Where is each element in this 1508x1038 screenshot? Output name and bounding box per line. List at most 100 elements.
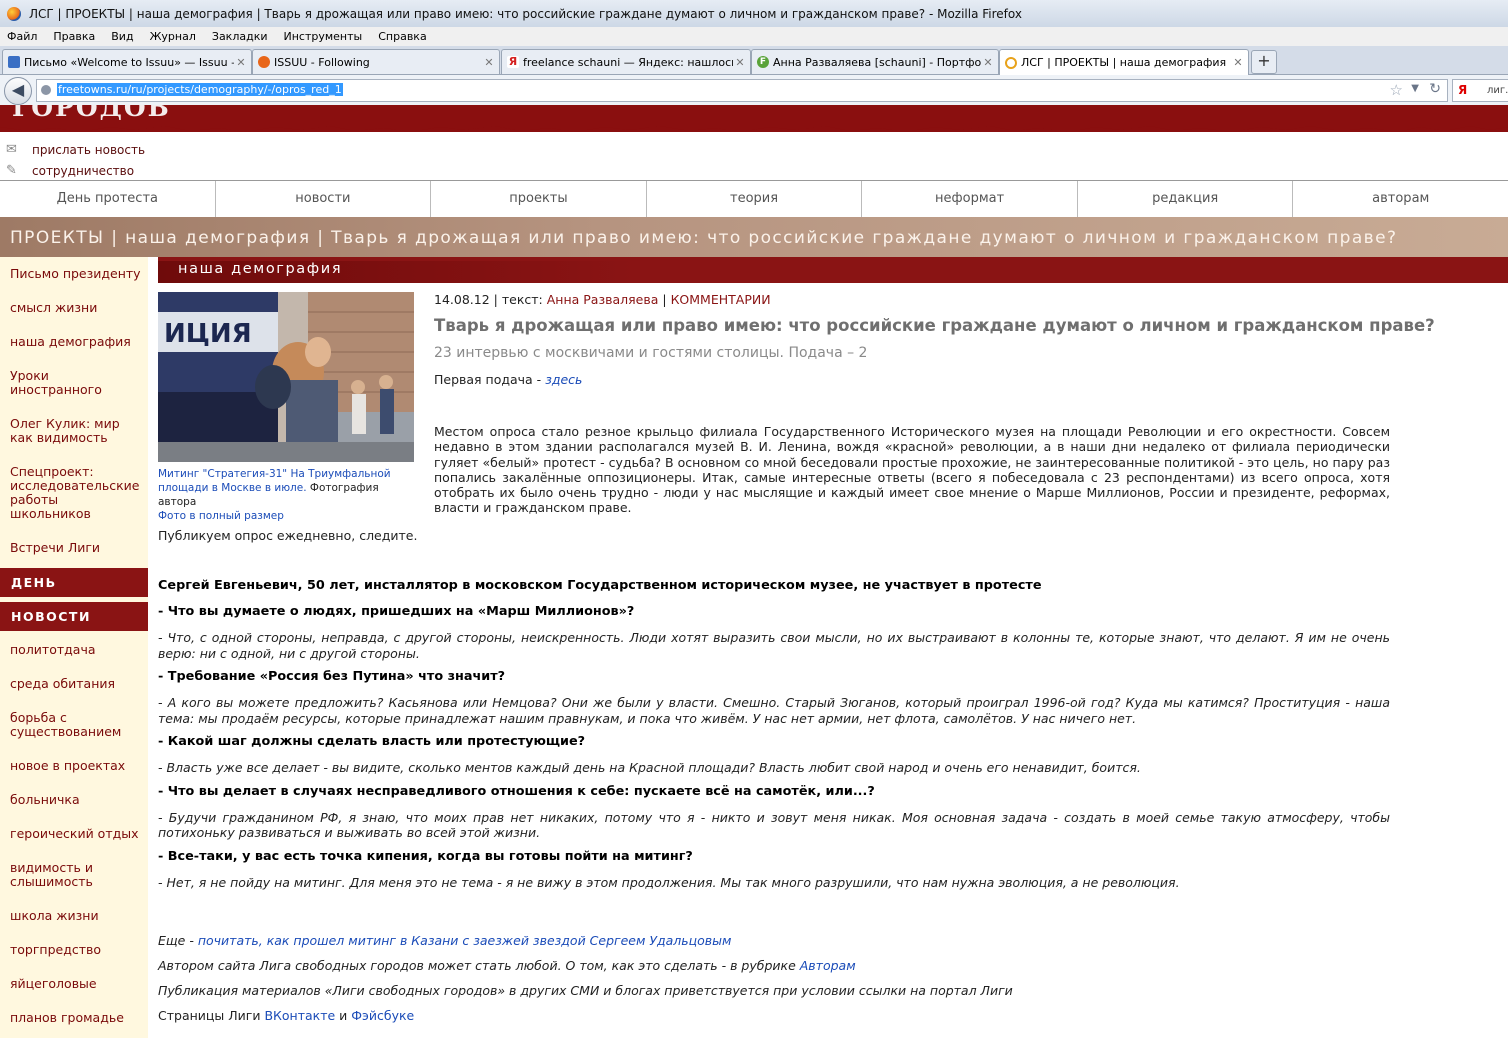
search-input-text: лиг... (1487, 85, 1508, 96)
nav-theory[interactable]: теория (647, 181, 863, 217)
firefox-logo-icon (7, 6, 21, 21)
sidebar-item-foreign-lessons[interactable]: Уроки иностранного (0, 369, 116, 397)
window-titlebar: ЛСГ | ПРОЕКТЫ | наша демография | Тварь … (0, 0, 1508, 28)
author-link[interactable]: Анна Разваляева (547, 292, 659, 307)
sidebar-item-habitat[interactable]: среда обитания (0, 677, 121, 691)
url-bar[interactable]: freetowns.ru/ru/projects/demography/-/op… (36, 79, 1448, 102)
nav-authors[interactable]: авторам (1293, 181, 1508, 217)
protest-photo-illustration: ИЦИЯ (158, 292, 414, 462)
back-arrow-icon: ◀ (11, 80, 25, 99)
answer: - А кого вы можете предложить? Касьянова… (158, 695, 1390, 726)
menu-tools[interactable]: Инструменты (277, 30, 372, 43)
sidebar-item-struggle[interactable]: борьба с существованием (0, 711, 136, 739)
article-footer: Еще - почитать, как прошел митинг в Каза… (158, 932, 1390, 1032)
torn-edge-decoration (0, 123, 1508, 132)
first-part-link[interactable]: здесь (545, 372, 582, 387)
sidebar-item-trade[interactable]: торгпредство (0, 943, 107, 957)
article-photo[interactable]: ИЦИЯ (158, 292, 414, 462)
and-text: и (335, 1008, 352, 1023)
section-header: наша демография (158, 257, 1508, 283)
tab-close-icon[interactable]: ✕ (733, 56, 747, 69)
site-logo-text: ГОРОДОВ (12, 105, 171, 122)
separator: | (662, 292, 667, 307)
tab-close-icon[interactable]: ✕ (482, 56, 496, 69)
send-news-link[interactable]: ✉ прислать новость (0, 139, 145, 160)
nav-editorial[interactable]: редакция (1078, 181, 1294, 217)
answer: - Власть уже все делает - вы видите, ско… (158, 760, 1141, 775)
tab-bar: Письмо «Welcome to Issuu» — Issuu — ... … (0, 46, 1508, 75)
cooperation-label[interactable]: сотрудничество (32, 164, 134, 178)
sidebar-item-visibility[interactable]: видимость и слышимость (0, 861, 116, 889)
sidebar-item-plans[interactable]: планов громадье (0, 1011, 130, 1025)
menu-history[interactable]: Журнал (143, 30, 205, 43)
comments-link[interactable]: КОММЕНТАРИИ (671, 292, 771, 307)
sidebar-item-eggheads[interactable]: яйцеголовые (0, 977, 103, 991)
nav-projects[interactable]: проекты (431, 181, 647, 217)
search-box[interactable]: Я лиг... (1452, 79, 1508, 102)
tab-close-icon[interactable]: ✕ (234, 56, 248, 69)
tab-yandex[interactable]: Я freelance schauni — Яндекс: нашлось 1.… (501, 49, 751, 74)
publication-line: Публикация материалов «Лиги свободных го… (158, 983, 1013, 998)
first-part-label: Первая подача - (434, 372, 542, 387)
sidebar-header-news[interactable]: НОВОСТИ (0, 602, 148, 631)
nav-news[interactable]: новости (216, 181, 432, 217)
mail-icon (8, 56, 20, 68)
answer: - Нет, я не пойду на митинг. Для меня эт… (158, 874, 1180, 890)
tab-label: freelance schauni — Яндекс: нашлось 1... (523, 55, 733, 69)
url-dropdown-icon[interactable]: ▼ (1411, 83, 1419, 94)
tab-issuu-following[interactable]: ISSUU - Following ✕ (252, 49, 500, 74)
answer: - Будучи гражданином РФ, я знаю, что мои… (158, 809, 1390, 841)
sidebar-item-politotdacha[interactable]: политотдача (0, 643, 102, 657)
article-date: 14.08.12 (434, 292, 490, 307)
facebook-link[interactable]: Фэйсбуке (351, 1008, 414, 1023)
sidebar-item-meaning-of-life[interactable]: смысл жизни (0, 301, 103, 315)
vk-link[interactable]: ВКонтакте (264, 1008, 335, 1023)
tab-label: ЛСГ | ПРОЕКТЫ | наша демография | Т... (1021, 56, 1231, 69)
back-button[interactable]: ◀ (4, 77, 32, 105)
sidebar-item-kulik[interactable]: Олег Кулик: мир как видимость (0, 417, 126, 445)
reload-icon[interactable]: ↻ (1429, 81, 1441, 97)
separator: | (493, 292, 498, 307)
menu-bookmarks[interactable]: Закладки (205, 30, 277, 43)
menu-help[interactable]: Справка (371, 30, 435, 43)
tab-lsg-active[interactable]: ЛСГ | ПРОЕКТЫ | наша демография | Т... ✕ (999, 49, 1249, 75)
tab-close-icon[interactable]: ✕ (981, 56, 995, 69)
pencil-icon: ✎ (6, 162, 17, 178)
authors-line: Автором сайта Лига свободных городов мож… (158, 957, 1390, 982)
sidebar-item-heroic-rest[interactable]: героический отдых (0, 827, 145, 841)
authors-link[interactable]: Авторам (800, 958, 856, 973)
site-identity-icon (41, 85, 51, 95)
nav-protest-day[interactable]: День протеста (0, 181, 216, 217)
article-meta: 14.08.12 | текст: Анна Разваляева | КОММ… (434, 292, 771, 307)
url-text[interactable]: freetowns.ru/ru/projects/demography/-/op… (57, 83, 343, 96)
send-news-label[interactable]: прислать новость (32, 143, 145, 157)
menu-view[interactable]: Вид (104, 30, 142, 43)
menu-bar: Файл Правка Вид Журнал Закладки Инструме… (0, 27, 1508, 46)
sidebar-item-new-in-projects[interactable]: новое в проектах (0, 759, 131, 773)
kazan-rally-link[interactable]: почитать, как прошел митинг в Казани с з… (198, 933, 732, 948)
pages-text: Страницы Лиги (158, 1008, 265, 1023)
tab-portfolio[interactable]: F Анна Разваляева [schauni] - Портфолио … (751, 49, 999, 74)
svg-text:ИЦИЯ: ИЦИЯ (164, 319, 252, 349)
tab-issuu-mail[interactable]: Письмо «Welcome to Issuu» — Issuu — ... … (2, 49, 252, 74)
new-tab-button[interactable]: + (1251, 50, 1277, 74)
cooperation-link[interactable]: ✎ сотрудничество (0, 160, 145, 181)
menu-edit[interactable]: Правка (46, 30, 104, 43)
envelope-icon: ✉ (6, 141, 17, 157)
sidebar-item-hospital[interactable]: больничка (0, 793, 86, 807)
article-subtitle: 23 интервью с москвичами и гостями столи… (434, 345, 868, 361)
sidebar-item-school-of-life[interactable]: школа жизни (0, 909, 105, 923)
bookmark-star-icon[interactable]: ☆ (1390, 81, 1403, 99)
breadcrumb-bar: ПРОЕКТЫ | наша демография | Тварь я дрож… (0, 217, 1508, 257)
sidebar-item-letter-president[interactable]: Письмо президенту (0, 267, 147, 281)
loading-icon (1005, 56, 1017, 69)
sidebar-item-league-meetings[interactable]: Встречи Лиги (0, 541, 106, 555)
menu-file[interactable]: Файл (0, 30, 46, 43)
full-size-link[interactable]: Фото в полный размер (158, 510, 284, 522)
tab-close-icon[interactable]: ✕ (1231, 56, 1245, 69)
nav-informal[interactable]: неформат (862, 181, 1078, 217)
sidebar-item-demography[interactable]: наша демография (0, 335, 137, 349)
sidebar-item-special-project[interactable]: Спецпроект: исследовательские работы шко… (0, 465, 144, 521)
section-title[interactable]: наша демография (178, 261, 342, 277)
sidebar-header-protest-day[interactable]: ДЕНЬ ПРОТЕСТА (0, 568, 148, 619)
